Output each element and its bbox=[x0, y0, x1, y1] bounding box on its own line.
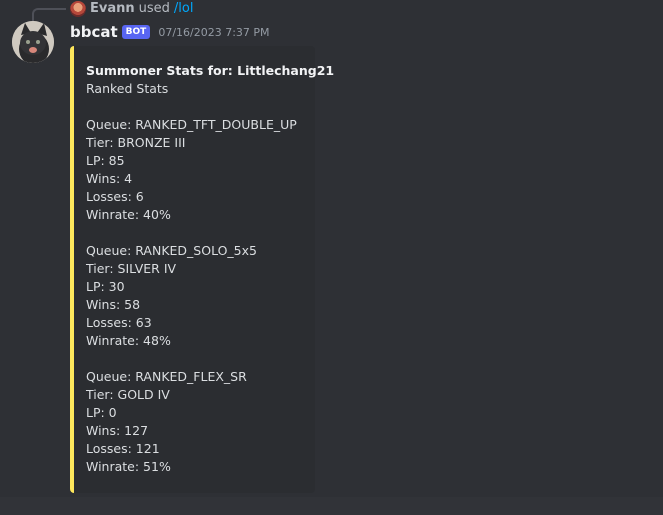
embed-line: Queue: RANKED_FLEX_SR bbox=[86, 369, 247, 384]
embed-line: Wins: 58 bbox=[86, 297, 141, 312]
embed-line: Winrate: 40% bbox=[86, 207, 171, 222]
reply-text: used bbox=[138, 1, 170, 16]
message-header: bbcat BOT 07/16/2023 7:37 PM bbox=[70, 22, 270, 42]
embed-line: Queue: RANKED_SOLO_5x5 bbox=[86, 243, 257, 258]
message-divider bbox=[0, 497, 663, 515]
embed-line: Winrate: 48% bbox=[86, 333, 171, 348]
embed-line: Losses: 6 bbox=[86, 189, 144, 204]
embed-line: Losses: 63 bbox=[86, 315, 152, 330]
embed-line: Winrate: 51% bbox=[86, 459, 171, 474]
embed-line: LP: 30 bbox=[86, 279, 125, 294]
reply-username[interactable]: Evann bbox=[90, 1, 135, 16]
embed-line: Wins: 127 bbox=[86, 423, 149, 438]
embed-line: Tier: GOLD IV bbox=[86, 387, 170, 402]
embed-line: Wins: 4 bbox=[86, 171, 133, 186]
embed-line: Tier: SILVER IV bbox=[86, 261, 177, 276]
embed-line: Queue: RANKED_TFT_DOUBLE_UP bbox=[86, 117, 297, 132]
reply-spine bbox=[32, 8, 66, 22]
embed: Summoner Stats for: Littlechang21 Ranked… bbox=[70, 46, 335, 493]
bot-badge: BOT bbox=[121, 25, 151, 39]
embed-line: LP: 85 bbox=[86, 153, 125, 168]
embed-line: Losses: 121 bbox=[86, 441, 160, 456]
reply-context[interactable]: Evann used /lol bbox=[70, 0, 193, 17]
reply-avatar[interactable] bbox=[70, 0, 86, 17]
embed-line bbox=[86, 98, 315, 116]
embed-line: Ranked Stats bbox=[86, 81, 169, 96]
timestamp[interactable]: 07/16/2023 7:37 PM bbox=[158, 26, 269, 39]
username[interactable]: bbcat bbox=[70, 23, 118, 41]
cat-avatar-icon bbox=[12, 21, 54, 63]
embed-title: Summoner Stats for: Littlechang21 bbox=[86, 63, 335, 78]
embed-line: Tier: BRONZE III bbox=[86, 135, 186, 150]
embed-description: Ranked Stats Queue: RANKED_TFT_DOUBLE_UP T… bbox=[86, 80, 315, 476]
embed-line bbox=[86, 350, 315, 368]
message: Evann used /lol bbcat BOT 07/16/2023 7:3… bbox=[0, 0, 663, 497]
avatar[interactable] bbox=[12, 21, 54, 63]
reply-command-link[interactable]: /lol bbox=[174, 1, 194, 16]
embed-line: LP: 0 bbox=[86, 405, 117, 420]
embed-line bbox=[86, 224, 315, 242]
